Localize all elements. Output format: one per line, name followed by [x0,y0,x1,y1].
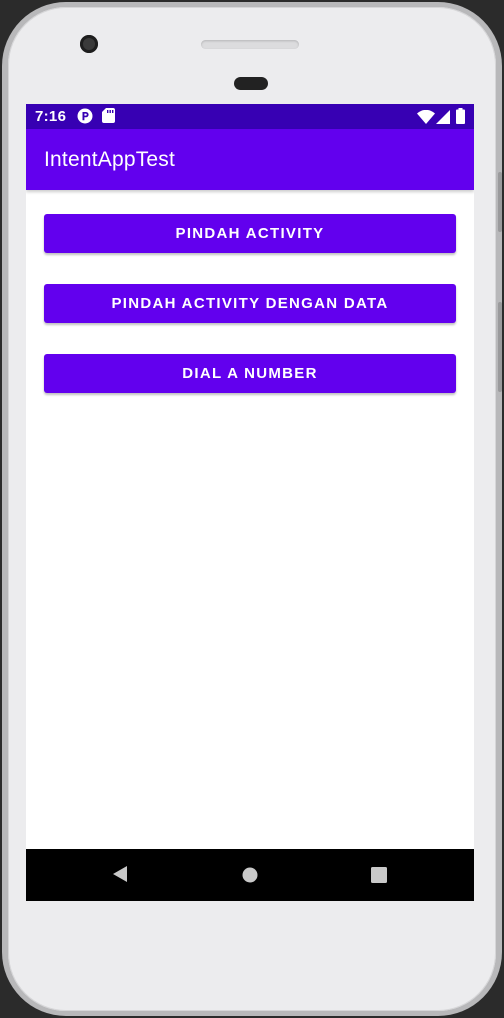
earpiece-speaker [201,40,299,49]
battery-icon [456,108,465,129]
status-time: 7:16 [35,108,67,125]
front-camera [80,35,98,53]
navigation-bar [26,849,474,901]
power-button [498,302,502,392]
volume-button [498,172,502,232]
app-bar: IntentAppTest [26,129,474,190]
recents-icon[interactable] [371,867,387,888]
pindah-activity-dengan-data-button[interactable]: PINDAH ACTIVITY DENGAN DATA [44,284,456,323]
pindah-activity-button[interactable]: PINDAH ACTIVITY [44,214,456,253]
back-icon[interactable] [112,865,128,888]
wifi-icon [417,109,435,129]
device-screen: 7:16 IntentAppTest PINDAH ACTIVITY PINDA… [26,104,474,901]
status-bar: 7:16 [26,104,474,129]
dial-a-number-button[interactable]: DIAL A NUMBER [44,354,456,393]
parking-icon [77,108,93,129]
sd-card-icon [102,108,115,128]
signal-icon [436,110,450,129]
proximity-sensor [234,77,268,90]
app-title: IntentAppTest [44,148,176,171]
home-icon[interactable] [242,867,258,888]
